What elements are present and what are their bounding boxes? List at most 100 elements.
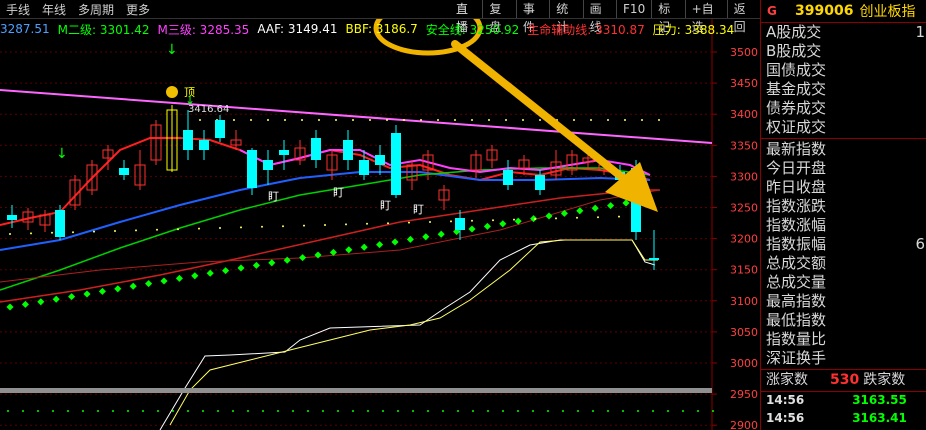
- toolbar-item[interactable]: 更多: [126, 1, 150, 18]
- quote-field-label: 债券成交: [766, 99, 827, 117]
- aaf-line: [159, 239, 656, 430]
- toolbar-button[interactable]: 复盘: [482, 0, 515, 34]
- dot-marker: [457, 410, 459, 412]
- dot-marker: [641, 119, 643, 121]
- candle-body: [503, 170, 513, 185]
- toolbar-button[interactable]: 统计: [549, 0, 582, 34]
- quote-panel: G 399006 创业板指 A股成交 1 B股成交 国债成交 基金成交 债券成交 权证成交 …: [760, 0, 926, 430]
- dot-marker: [487, 410, 489, 412]
- candle-body: [535, 175, 545, 190]
- toolbar-item[interactable]: 年线: [42, 1, 66, 18]
- dot-marker: [267, 119, 269, 121]
- indicator-value: BBF: 3186.7: [345, 22, 418, 36]
- down-arrow-icon: ↓: [185, 93, 195, 107]
- dot-marker: [607, 410, 609, 412]
- badge: G: [767, 4, 777, 18]
- dot-marker: [247, 410, 249, 412]
- safety-line-marker: [299, 254, 307, 262]
- quote-field: 最高指数: [766, 292, 926, 311]
- safety-line-marker: [499, 220, 507, 228]
- rise-value: 530: [830, 372, 860, 388]
- dot-marker: [471, 219, 473, 222]
- dot-marker: [250, 119, 252, 121]
- safety-line-marker: [52, 295, 60, 303]
- indicator-value: AAF: 3149.41: [257, 22, 338, 36]
- dot-marker: [577, 410, 579, 412]
- quote-field: 指数振幅 6: [766, 235, 926, 254]
- price-tick-label: 3100: [730, 295, 758, 308]
- dot-marker: [607, 119, 609, 121]
- quote-field-value: 1: [915, 23, 925, 41]
- dot-marker: [114, 230, 116, 232]
- toolbar-button[interactable]: F10: [616, 0, 651, 18]
- price-tick-label: 3450: [730, 77, 758, 90]
- price-tick-label: 3000: [730, 357, 758, 370]
- dot-marker: [454, 119, 456, 121]
- safety-line-marker: [360, 243, 368, 251]
- dot-marker: [562, 410, 564, 412]
- dot-marker: [112, 410, 114, 412]
- quote-field: 指数涨幅: [766, 216, 926, 235]
- tick-price: 3163.55: [852, 393, 907, 407]
- toolbar-button[interactable]: 事件: [515, 0, 549, 34]
- price-tick-label: 3150: [730, 264, 758, 277]
- dot-marker: [199, 119, 201, 121]
- candle-body: [199, 140, 209, 150]
- quote-field: 国债成交: [766, 61, 926, 80]
- safety-line-marker: [591, 204, 599, 212]
- toolbar-button[interactable]: 画线: [582, 0, 616, 34]
- quote-field-label: B股成交: [766, 42, 822, 60]
- safety-line-marker: [145, 280, 153, 288]
- quote-field: 总成交量: [766, 273, 926, 292]
- toolbar-button[interactable]: 返回: [726, 0, 760, 34]
- candle-body: [455, 218, 465, 230]
- quote-field: 债券成交: [766, 99, 926, 118]
- price-tick-label: 3050: [730, 326, 758, 339]
- dot-marker: [202, 410, 204, 412]
- indicator-value: 生命辅助线: 3310.87: [527, 22, 645, 37]
- dot-marker: [488, 119, 490, 121]
- price-tick-label: 2900: [730, 419, 758, 430]
- index-code: 399006: [795, 3, 854, 19]
- dot-marker: [712, 410, 714, 412]
- toolbar-button[interactable]: +自选: [684, 0, 727, 34]
- dot-marker: [303, 224, 305, 227]
- price-tick-label: 3500: [730, 46, 758, 59]
- indicator-value: 压力: 3388.34: [652, 22, 735, 37]
- toolbar-item[interactable]: 多周期: [78, 1, 114, 18]
- safety-line-marker: [376, 241, 384, 249]
- dot-marker: [135, 229, 137, 232]
- dot-marker: [52, 410, 54, 412]
- quote-field: A股成交 1: [766, 23, 926, 42]
- tick-time: 14:56: [766, 411, 805, 425]
- toolbar-button[interactable]: 标记: [651, 0, 684, 34]
- price-tick-label: 3400: [730, 108, 758, 121]
- chart-canvas[interactable]: 3500 3450 3400 3350 3300 3250 3200 3150 3100 3050…: [0, 0, 760, 430]
- down-arrow-icon: ↓: [56, 146, 68, 162]
- quote-field-label: 指数涨跌: [766, 197, 827, 215]
- candle-body: [391, 133, 401, 195]
- quote-field: 指数涨跌: [766, 197, 926, 216]
- dot-marker: [37, 410, 39, 412]
- dot-marker: [597, 216, 599, 219]
- candle-body: [7, 215, 17, 220]
- dot-marker: [51, 231, 53, 234]
- dot-marker: [667, 410, 669, 412]
- quote-field: 最新指数: [766, 140, 926, 159]
- dot-marker: [492, 219, 494, 222]
- quote-field-label: 今日开盘: [766, 159, 827, 177]
- kline-chart[interactable]: 3500 3450 3400 3350 3300 3250 3200 3150 3100 3050…: [0, 0, 760, 430]
- quote-field-label: 指数量比: [766, 330, 827, 348]
- dot-marker: [262, 410, 264, 412]
- candle-body: [263, 160, 273, 170]
- safety-line-marker: [607, 202, 615, 210]
- quote-field-label: 最高指数: [766, 292, 827, 310]
- dot-marker: [573, 119, 575, 121]
- dot-marker: [217, 410, 219, 412]
- indicator-bar: 3287.51 M二级: 3301.42 M三级: 3285.35 AAF: 3…: [0, 19, 734, 39]
- quote-field: 总成交额: [766, 254, 926, 273]
- safety-line-marker: [283, 256, 291, 264]
- price-tick-label: 3250: [730, 202, 758, 215]
- toolbar-item[interactable]: 手线: [6, 1, 30, 18]
- dot-marker: [382, 410, 384, 412]
